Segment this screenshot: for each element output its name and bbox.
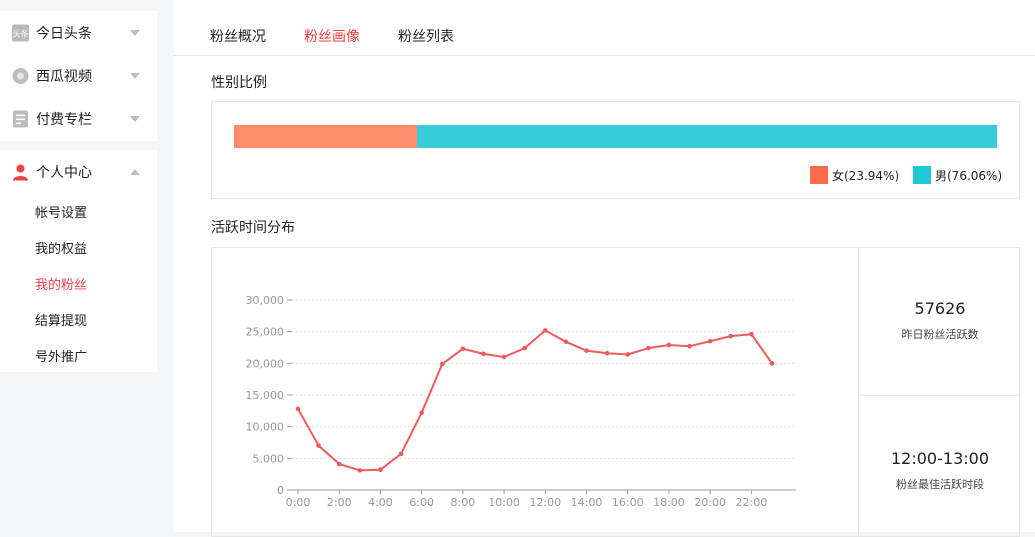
y-tick-label: 15,000 — [246, 389, 285, 402]
male-bar-segment — [416, 125, 997, 148]
activity-line-chart: 0 5,000 10,000 15,000 20,000 25,000 30,000 0:00… — [246, 294, 796, 509]
sidebar-item-label: 付费专栏 — [36, 111, 92, 128]
chevron-down-icon[interactable] — [130, 115, 140, 122]
x-tick-label: 6:00 — [409, 496, 434, 509]
chevron-up-icon[interactable] — [130, 168, 140, 175]
activity-data-point — [439, 361, 445, 367]
x-tick-label: 14:00 — [571, 496, 603, 509]
legend-male-label: 男(76.06%) — [935, 168, 1003, 183]
activity-data-point — [563, 339, 569, 345]
sidebar-personal-card: 个人中心 帐号设置 我的权益 我的粉丝 结算提现 号外推广 — [0, 150, 157, 372]
sidebar-item-toutiao[interactable]: 头条 今日头条 — [0, 11, 157, 54]
activity-data-point — [481, 351, 486, 357]
stat-yesterday-active-label: 昨日粉丝活跃数 — [901, 328, 979, 341]
legend-female-label: 女(23.94%) — [832, 168, 900, 183]
activity-data-point — [460, 346, 466, 352]
gender-ratio-panel: 女(23.94%) 男(76.06%) — [211, 101, 1020, 199]
xigua-video-icon — [12, 67, 29, 84]
activity-series-line — [297, 329, 773, 472]
gender-ratio-bar — [234, 125, 997, 148]
activity-data-point — [295, 406, 301, 412]
activity-data-point — [728, 333, 734, 339]
toutiao-logo-icon: 头条 — [12, 24, 29, 41]
activity-data-point — [604, 350, 610, 356]
x-tick-label: 2:00 — [327, 496, 352, 509]
sidebar-item-label: 今日头条 — [36, 25, 92, 42]
female-color-swatch — [810, 166, 828, 184]
stat-yesterday-active: 57626 昨日粉丝活跃数 — [859, 299, 1021, 342]
document-icon — [13, 110, 28, 127]
activity-data-point — [378, 467, 383, 473]
sidebar: 头条 今日头条 西瓜视频 付费专栏 个人中心 帐号设置 我的权益 我的粉丝 结算… — [0, 0, 174, 532]
male-color-swatch — [913, 166, 931, 184]
female-bar-segment — [234, 125, 417, 148]
tab-fans-overview[interactable]: 粉丝概况 — [210, 26, 266, 46]
y-tick-label: 10,000 — [246, 421, 285, 434]
activity-data-point — [646, 345, 651, 351]
y-tick-label: 30,000 — [246, 294, 285, 307]
stats-divider — [859, 395, 1021, 396]
sidebar-sub-my-fans[interactable]: 我的粉丝 — [35, 274, 87, 293]
x-tick-label: 4:00 — [368, 496, 393, 509]
activity-data-point — [419, 410, 424, 416]
x-tick-label: 8:00 — [451, 496, 476, 509]
main-content: 粉丝概况 粉丝画像 粉丝列表 性别比例 女(23.94%) 男(76.06%) … — [174, 0, 1035, 537]
sidebar-item-label: 西瓜视频 — [36, 68, 92, 85]
y-tick-label: 25,000 — [246, 326, 285, 339]
sidebar-item-label: 个人中心 — [36, 164, 92, 181]
user-icon — [13, 164, 28, 180]
activity-data-point — [316, 443, 321, 448]
x-tick-label: 16:00 — [612, 496, 644, 509]
x-tick-label: 20:00 — [694, 496, 726, 509]
sidebar-sub-my-benefits[interactable]: 我的权益 — [35, 238, 87, 257]
tab-fans-profile[interactable]: 粉丝画像 — [304, 26, 360, 46]
legend-female: 女(23.94%) — [810, 166, 899, 184]
activity-data-point — [707, 338, 713, 344]
activity-data-point — [357, 468, 363, 473]
activity-data-point — [687, 343, 692, 349]
activity-data-point — [336, 461, 342, 467]
stat-best-active-time: 12:00-13:00 粉丝最佳活跃时段 — [859, 449, 1021, 492]
x-tick-label: 0:00 — [286, 496, 311, 509]
chevron-down-icon[interactable] — [130, 72, 140, 79]
y-tick-label: 0 — [277, 484, 284, 497]
x-tick-label: 18:00 — [653, 496, 685, 509]
chevron-down-icon[interactable] — [130, 29, 140, 36]
legend-male: 男(76.06%) — [913, 166, 1002, 184]
sidebar-products-card: 头条 今日头条 西瓜视频 付费专栏 — [0, 11, 157, 141]
y-tick-label: 20,000 — [246, 357, 285, 370]
activity-panel: 0 5,000 10,000 15,000 20,000 25,000 30,000 0:00… — [211, 247, 1021, 537]
x-tick-label: 22:00 — [736, 496, 768, 509]
stat-best-active-time-label: 粉丝最佳活跃时段 — [896, 478, 984, 491]
activity-section-title: 活跃时间分布 — [211, 220, 295, 236]
activity-stats: 57626 昨日粉丝活跃数 12:00-13:00 粉丝最佳活跃时段 — [858, 248, 1021, 536]
sidebar-sub-promotion[interactable]: 号外推广 — [35, 346, 87, 365]
activity-data-point — [501, 354, 507, 360]
sidebar-sub-account-settings[interactable]: 帐号设置 — [35, 202, 87, 221]
activity-data-point — [625, 352, 631, 357]
stat-yesterday-active-value: 57626 — [914, 299, 966, 318]
stat-best-active-time-value: 12:00-13:00 — [891, 449, 989, 468]
activity-data-point — [543, 328, 548, 333]
tab-bar: 粉丝概况 粉丝画像 粉丝列表 — [174, 0, 1035, 56]
activity-data-point — [749, 331, 754, 337]
activity-data-point — [584, 348, 589, 353]
activity-data-point — [666, 342, 672, 348]
sidebar-sub-settlement[interactable]: 结算提现 — [35, 310, 87, 329]
activity-data-point — [398, 451, 404, 457]
y-tick-label: 5,000 — [253, 452, 285, 465]
x-tick-label: 12:00 — [529, 496, 561, 509]
sidebar-item-personal-center[interactable]: 个人中心 — [0, 150, 157, 193]
svg-text:头条: 头条 — [13, 28, 29, 38]
gender-section-title: 性别比例 — [211, 75, 267, 91]
tab-fans-list[interactable]: 粉丝列表 — [398, 26, 454, 46]
activity-data-point — [769, 361, 775, 366]
x-tick-label: 10:00 — [488, 496, 520, 509]
sidebar-item-paid-column[interactable]: 付费专栏 — [0, 97, 157, 140]
activity-data-point — [522, 345, 527, 351]
sidebar-item-xigua[interactable]: 西瓜视频 — [0, 54, 157, 97]
